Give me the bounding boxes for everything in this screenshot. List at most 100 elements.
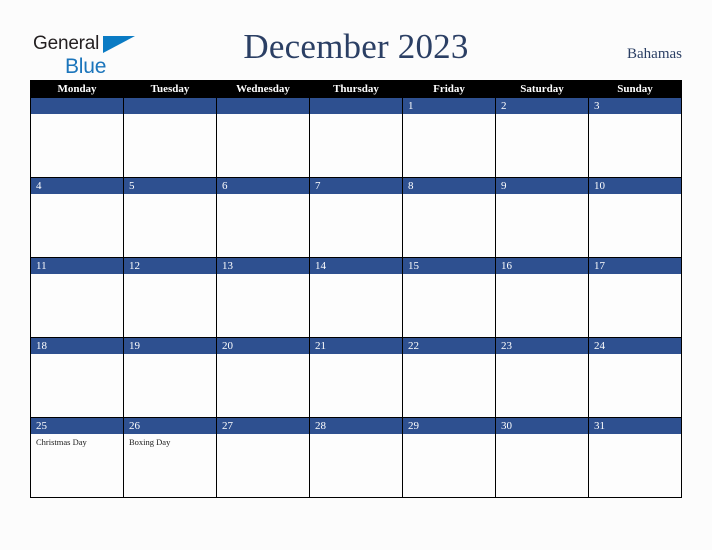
calendar-day-cell[interactable]: 19 bbox=[123, 337, 217, 418]
day-number: 2 bbox=[496, 98, 588, 114]
day-number: 15 bbox=[403, 258, 495, 274]
day-number: 25 bbox=[31, 418, 123, 434]
weekday-header-monday: Monday bbox=[30, 80, 124, 98]
calendar-day-cell[interactable]: 20 bbox=[216, 337, 310, 418]
calendar-week-row: 1 2 3 bbox=[30, 97, 682, 178]
calendar-day-cell[interactable]: 5 bbox=[123, 177, 217, 258]
calendar-week-row: 18 19 20 21 22 23 24 bbox=[30, 337, 682, 418]
day-content[interactable] bbox=[403, 194, 495, 257]
day-content[interactable] bbox=[589, 194, 681, 257]
calendar-day-cell[interactable]: 30 bbox=[495, 417, 589, 498]
day-content[interactable] bbox=[31, 354, 123, 417]
calendar-day-cell[interactable]: 13 bbox=[216, 257, 310, 338]
day-number: 24 bbox=[589, 338, 681, 354]
calendar-day-cell[interactable]: 17 bbox=[588, 257, 682, 338]
day-content[interactable] bbox=[496, 114, 588, 177]
calendar-grid: Monday Tuesday Wednesday Thursday Friday… bbox=[30, 80, 682, 498]
day-content[interactable] bbox=[217, 194, 309, 257]
day-content[interactable] bbox=[403, 114, 495, 177]
calendar-day-cell[interactable]: 1 bbox=[402, 97, 496, 178]
day-content[interactable] bbox=[31, 274, 123, 337]
day-content[interactable] bbox=[310, 194, 402, 257]
day-content[interactable] bbox=[589, 434, 681, 497]
calendar-day-cell[interactable]: 29 bbox=[402, 417, 496, 498]
day-content[interactable] bbox=[124, 354, 216, 417]
day-content[interactable] bbox=[31, 114, 123, 177]
weekday-header-sunday: Sunday bbox=[588, 80, 682, 98]
day-content[interactable] bbox=[124, 194, 216, 257]
calendar-day-cell[interactable]: 7 bbox=[309, 177, 403, 258]
day-content[interactable] bbox=[496, 354, 588, 417]
day-content[interactable] bbox=[496, 434, 588, 497]
calendar-day-cell[interactable]: 25 Christmas Day bbox=[30, 417, 124, 498]
calendar-day-cell[interactable]: 16 bbox=[495, 257, 589, 338]
day-number: 5 bbox=[124, 178, 216, 194]
calendar-day-cell[interactable]: 4 bbox=[30, 177, 124, 258]
day-content[interactable] bbox=[589, 354, 681, 417]
calendar-day-cell[interactable]: 3 bbox=[588, 97, 682, 178]
day-content[interactable] bbox=[310, 434, 402, 497]
day-content[interactable]: Boxing Day bbox=[124, 434, 216, 497]
calendar-page: General Blue December 2023 Bahamas Monda… bbox=[0, 0, 712, 550]
day-content[interactable] bbox=[124, 274, 216, 337]
calendar-day-cell[interactable]: 15 bbox=[402, 257, 496, 338]
day-number: 26 bbox=[124, 418, 216, 434]
day-content[interactable] bbox=[403, 354, 495, 417]
day-number bbox=[124, 98, 216, 114]
page-header: General Blue December 2023 Bahamas bbox=[0, 0, 712, 80]
holiday-label: Christmas Day bbox=[36, 437, 87, 447]
day-number: 11 bbox=[31, 258, 123, 274]
calendar-day-cell[interactable]: 6 bbox=[216, 177, 310, 258]
calendar-day-cell[interactable]: 22 bbox=[402, 337, 496, 418]
day-content[interactable] bbox=[124, 114, 216, 177]
day-content[interactable] bbox=[217, 354, 309, 417]
calendar-day-cell[interactable] bbox=[30, 97, 124, 178]
day-number: 8 bbox=[403, 178, 495, 194]
calendar-day-cell[interactable]: 14 bbox=[309, 257, 403, 338]
calendar-day-cell[interactable] bbox=[216, 97, 310, 178]
day-content[interactable] bbox=[31, 194, 123, 257]
day-content[interactable] bbox=[403, 434, 495, 497]
calendar-day-cell[interactable]: 2 bbox=[495, 97, 589, 178]
calendar-day-cell[interactable]: 31 bbox=[588, 417, 682, 498]
day-number bbox=[310, 98, 402, 114]
day-content[interactable] bbox=[496, 274, 588, 337]
calendar-day-cell[interactable]: 8 bbox=[402, 177, 496, 258]
day-number: 12 bbox=[124, 258, 216, 274]
calendar-day-cell[interactable]: 10 bbox=[588, 177, 682, 258]
day-number: 27 bbox=[217, 418, 309, 434]
day-number: 17 bbox=[589, 258, 681, 274]
calendar-day-cell[interactable] bbox=[309, 97, 403, 178]
day-content[interactable] bbox=[310, 274, 402, 337]
calendar-day-cell[interactable]: 24 bbox=[588, 337, 682, 418]
calendar-day-cell[interactable] bbox=[123, 97, 217, 178]
calendar-day-cell[interactable]: 9 bbox=[495, 177, 589, 258]
day-number: 22 bbox=[403, 338, 495, 354]
calendar-body: 1 2 3 4 5 6 7 8 9 10 11 12 13 14 15 16 1… bbox=[30, 97, 682, 498]
day-number: 29 bbox=[403, 418, 495, 434]
day-content[interactable] bbox=[589, 114, 681, 177]
calendar-day-cell[interactable]: 18 bbox=[30, 337, 124, 418]
calendar-day-cell[interactable]: 28 bbox=[309, 417, 403, 498]
calendar-day-cell[interactable]: 27 bbox=[216, 417, 310, 498]
weekday-header-row: Monday Tuesday Wednesday Thursday Friday… bbox=[30, 80, 682, 98]
day-content[interactable] bbox=[310, 354, 402, 417]
day-content[interactable] bbox=[217, 114, 309, 177]
day-content[interactable] bbox=[217, 274, 309, 337]
day-content[interactable] bbox=[310, 114, 402, 177]
calendar-day-cell[interactable]: 26 Boxing Day bbox=[123, 417, 217, 498]
day-content[interactable] bbox=[403, 274, 495, 337]
calendar-day-cell[interactable]: 11 bbox=[30, 257, 124, 338]
weekday-header-friday: Friday bbox=[402, 80, 496, 98]
calendar-day-cell[interactable]: 12 bbox=[123, 257, 217, 338]
day-content[interactable] bbox=[496, 194, 588, 257]
day-number: 14 bbox=[310, 258, 402, 274]
day-content[interactable] bbox=[217, 434, 309, 497]
day-number: 23 bbox=[496, 338, 588, 354]
day-content[interactable] bbox=[589, 274, 681, 337]
calendar-day-cell[interactable]: 23 bbox=[495, 337, 589, 418]
day-number: 30 bbox=[496, 418, 588, 434]
day-content[interactable]: Christmas Day bbox=[31, 434, 123, 497]
calendar-day-cell[interactable]: 21 bbox=[309, 337, 403, 418]
holiday-label: Boxing Day bbox=[129, 437, 171, 447]
